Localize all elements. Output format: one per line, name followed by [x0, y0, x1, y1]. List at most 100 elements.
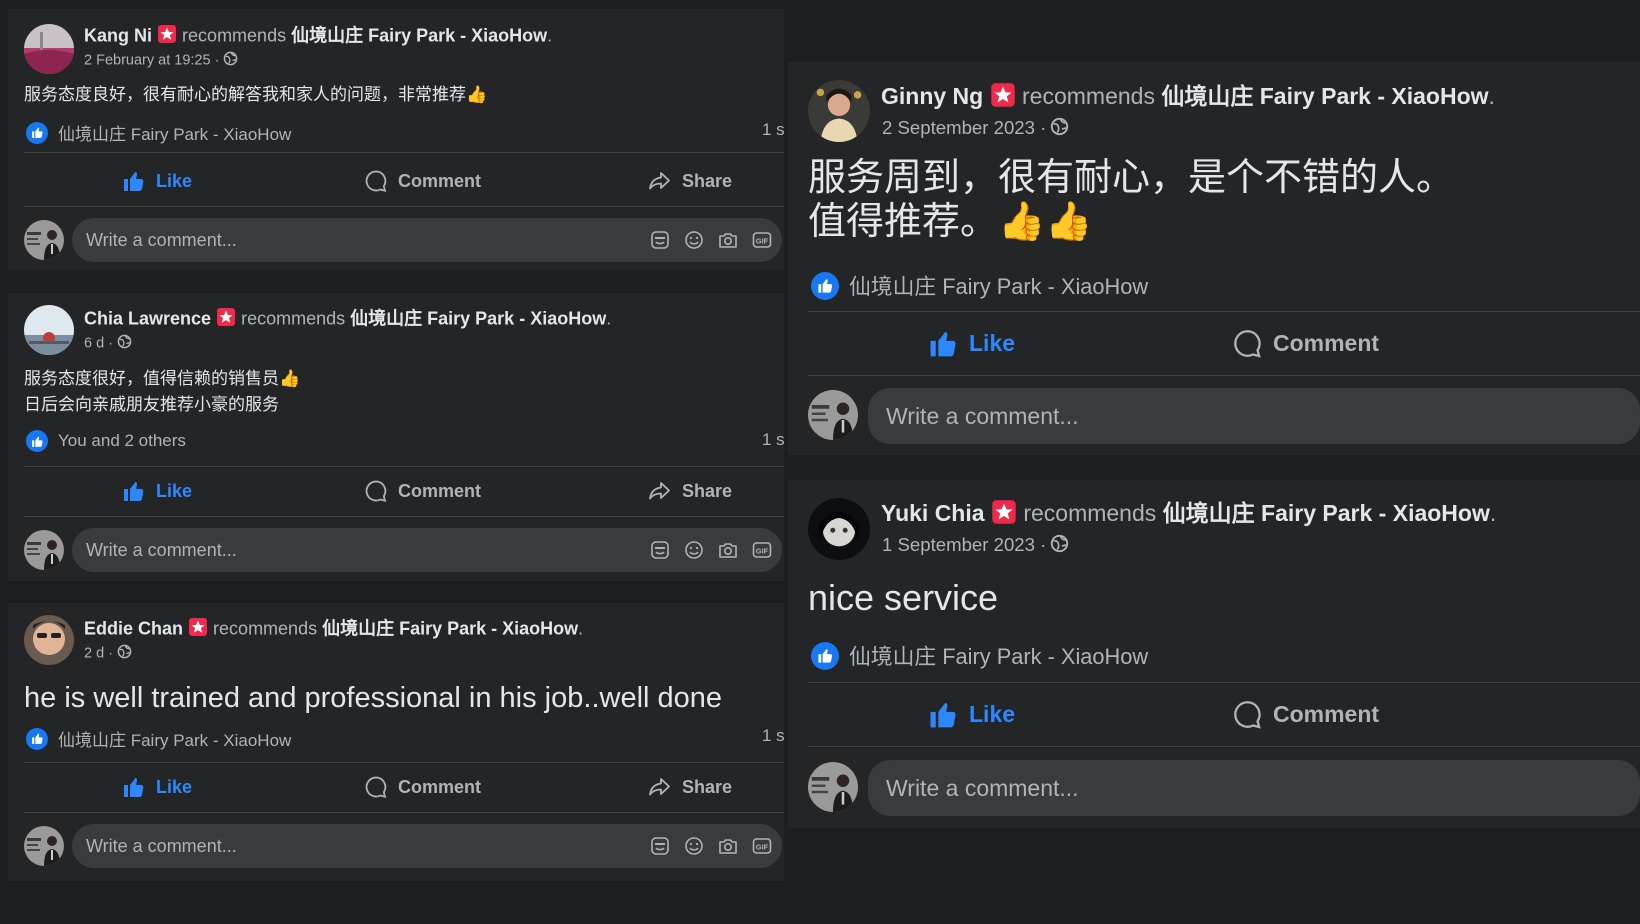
thumbs-up-icon — [122, 169, 156, 193]
recommends-badge-icon — [188, 617, 208, 642]
comment-button[interactable]: Comment — [364, 775, 481, 799]
globe-icon — [117, 644, 132, 663]
comment-button-label: Comment — [398, 480, 482, 501]
post-header: Ginny Ng recommends 仙境山庄 Fairy Park - Xi… — [881, 82, 1495, 114]
post-text-line: 服务态度很好，值得信赖的销售员👍 — [24, 369, 301, 388]
divider — [808, 746, 1640, 747]
recommends-verb: recommends — [241, 308, 346, 329]
share-button[interactable]: Share — [648, 479, 732, 503]
comment-bubble-icon — [364, 775, 398, 799]
post-timestamp[interactable]: 2 February at 19:25 · — [84, 52, 219, 68]
comment-composer: GIF — [72, 528, 782, 572]
like-reaction-icon — [26, 121, 48, 144]
commenter-avatar[interactable] — [808, 390, 858, 440]
comment-button[interactable]: Comment — [364, 169, 481, 193]
author-name[interactable]: Ginny Ng — [881, 83, 983, 109]
recommends-badge-icon — [157, 24, 177, 49]
recommends-verb: recommends — [1022, 83, 1155, 110]
post-meta: 2 September 2023 · — [882, 117, 1069, 141]
gif-icon[interactable]: GIF — [752, 230, 772, 255]
header-period: . — [547, 25, 553, 46]
emoji-icon[interactable] — [684, 836, 704, 861]
post-text-line: 服务态度良好，很有耐心的解答我和家人的问题，非常推荐👍 — [24, 85, 488, 104]
post-meta: 1 September 2023 · — [882, 534, 1069, 558]
page-name-link[interactable]: 仙境山庄 Fairy Park - XiaoHow — [350, 308, 606, 328]
author-name[interactable]: Yuki Chia — [881, 500, 985, 526]
author-name[interactable]: Chia Lawrence — [84, 308, 211, 328]
like-button[interactable]: Like — [122, 479, 192, 503]
like-reaction-icon — [26, 727, 48, 750]
comment-button-label: Comment — [1273, 700, 1380, 727]
page-name-link[interactable]: 仙境山庄 Fairy Park - XiaoHow — [1161, 83, 1488, 109]
reaction-summary[interactable]: 仙境山庄 Fairy Park - XiaoHow — [26, 726, 291, 751]
divider — [24, 466, 784, 467]
comment-count[interactable]: 1 s — [762, 726, 785, 746]
comment-input[interactable] — [868, 760, 1640, 816]
reaction-summary[interactable]: 仙境山庄 Fairy Park - XiaoHow — [811, 270, 1148, 301]
page-name-link[interactable]: 仙境山庄 Fairy Park - XiaoHow — [322, 618, 578, 638]
emoji-icon[interactable] — [684, 230, 704, 255]
like-button-label: Like — [969, 700, 1016, 727]
like-button-label: Like — [156, 776, 193, 797]
comment-composer: GIF — [72, 218, 782, 262]
gif-icon[interactable]: GIF — [752, 540, 772, 565]
commenter-avatar[interactable] — [24, 826, 64, 866]
page-name-link[interactable]: 仙境山庄 Fairy Park - XiaoHow — [291, 25, 547, 45]
reaction-summary-text: 仙境山庄 Fairy Park - XiaoHow — [58, 125, 292, 144]
comment-bubble-icon — [364, 169, 398, 193]
comment-input[interactable] — [868, 388, 1640, 444]
header-period: . — [1489, 500, 1497, 527]
like-button[interactable]: Like — [928, 328, 1015, 359]
divider — [808, 311, 1640, 312]
share-button[interactable]: Share — [648, 775, 732, 799]
author-avatar[interactable] — [24, 615, 74, 665]
post-timestamp[interactable]: 1 September 2023 · — [882, 534, 1046, 555]
gif-icon[interactable]: GIF — [752, 836, 772, 861]
recommends-verb: recommends — [213, 618, 318, 639]
composer-icons: GIF — [650, 230, 772, 255]
comment-count[interactable]: 1 s — [762, 430, 785, 450]
comment-button[interactable]: Comment — [1232, 328, 1379, 359]
divider — [24, 762, 784, 763]
comment-count[interactable]: 1 s — [762, 120, 785, 140]
post-text: nice service — [808, 578, 998, 618]
sticker-icon[interactable] — [650, 230, 670, 255]
author-avatar[interactable] — [24, 305, 74, 355]
like-button[interactable]: Like — [928, 699, 1015, 730]
commenter-avatar[interactable] — [24, 530, 64, 570]
author-avatar[interactable] — [808, 80, 870, 142]
like-button[interactable]: Like — [122, 169, 192, 193]
sticker-icon[interactable] — [650, 540, 670, 565]
sticker-icon[interactable] — [650, 836, 670, 861]
reaction-summary[interactable]: 仙境山庄 Fairy Park - XiaoHow — [811, 640, 1148, 671]
author-avatar[interactable] — [24, 24, 74, 74]
commenter-avatar[interactable] — [24, 220, 64, 260]
svg-text:GIF: GIF — [756, 547, 769, 556]
post-timestamp[interactable]: 6 d · — [84, 335, 113, 351]
like-reaction-icon — [26, 430, 48, 452]
thumbs-up-icon — [928, 699, 969, 730]
reaction-summary-text: 仙境山庄 Fairy Park - XiaoHow — [58, 731, 292, 750]
post-timestamp[interactable]: 2 d · — [84, 645, 113, 661]
emoji-icon[interactable] — [684, 540, 704, 565]
comment-button[interactable]: Comment — [364, 479, 481, 503]
camera-icon[interactable] — [718, 836, 738, 861]
camera-icon[interactable] — [718, 230, 738, 255]
author-avatar[interactable] — [808, 498, 870, 560]
camera-icon[interactable] — [718, 540, 738, 565]
author-name[interactable]: Eddie Chan — [84, 618, 183, 638]
post-timestamp[interactable]: 2 September 2023 · — [882, 117, 1046, 138]
page-name-link[interactable]: 仙境山庄 Fairy Park - XiaoHow — [1163, 500, 1490, 526]
reaction-summary[interactable]: 仙境山庄 Fairy Park - XiaoHow — [26, 120, 291, 145]
globe-icon — [1050, 117, 1069, 141]
header-period: . — [578, 618, 584, 639]
reaction-summary[interactable]: You and 2 others — [26, 430, 186, 452]
like-button[interactable]: Like — [122, 775, 192, 799]
post-header: Kang Ni recommends 仙境山庄 Fairy Park - Xia… — [84, 24, 552, 49]
comment-bubble-icon — [364, 479, 398, 503]
author-name[interactable]: Kang Ni — [84, 25, 152, 45]
commenter-avatar[interactable] — [808, 762, 858, 812]
share-button[interactable]: Share — [648, 169, 732, 193]
recommends-badge-icon — [216, 307, 236, 332]
comment-button[interactable]: Comment — [1232, 699, 1379, 730]
